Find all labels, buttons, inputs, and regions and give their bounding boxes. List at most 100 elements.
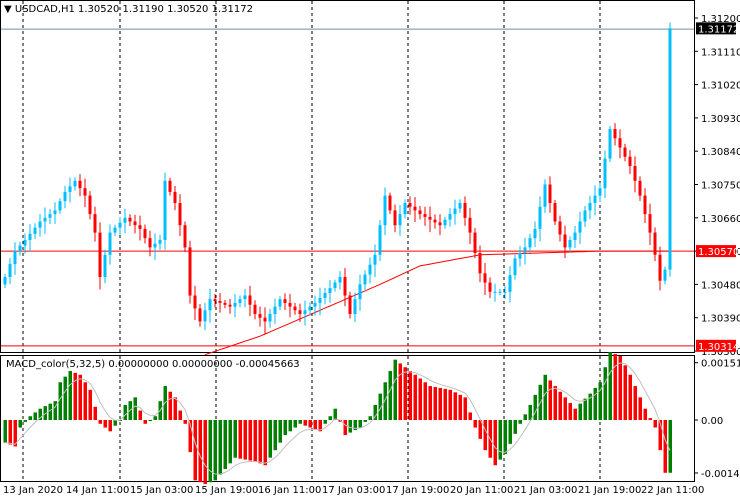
trading-chart-window: 1.31200 1.31110 1.31020 1.30930 1.30840 1.307… [0, 0, 740, 500]
macd-histogram-bar [528, 404, 532, 420]
macd-histogram-bar [98, 420, 102, 424]
candle-body [23, 240, 27, 246]
candle-body [648, 214, 652, 233]
time-axis-label: 15 Jan 03:00 [130, 485, 193, 496]
candle-body [48, 214, 52, 218]
candle-body [18, 245, 22, 252]
candle-body [38, 221, 42, 228]
candle-body [228, 304, 232, 307]
time-axis-label: 16 Jan 11:00 [258, 485, 321, 496]
macd-histogram-bar [653, 420, 657, 428]
candle-body [578, 221, 582, 233]
macd-histogram-bar [323, 420, 327, 424]
candle-body [418, 210, 422, 215]
macd-histogram-bar [363, 420, 367, 422]
macd-histogram-bar [178, 410, 182, 420]
macd-histogram-bar [483, 420, 487, 451]
candle-body [353, 299, 357, 314]
macd-histogram-bar [313, 420, 317, 430]
price-axis-label: 1.30660 [701, 214, 740, 225]
macd-histogram-bar [368, 416, 372, 420]
macd-histogram-bar [108, 420, 112, 432]
candle-body [548, 184, 552, 203]
candle-body [623, 147, 627, 157]
candle-body [533, 228, 537, 239]
macd-histogram-bar [558, 391, 562, 420]
candle-body [513, 258, 517, 276]
macd-histogram-bar [618, 355, 622, 420]
candle-body [383, 195, 387, 226]
candle-body [198, 308, 202, 322]
candle-body [333, 282, 337, 289]
candle-body [423, 214, 427, 217]
price-axis-label: 1.30930 [701, 114, 740, 125]
macd-histogram-bar [168, 391, 172, 420]
macd-histogram-bar [498, 420, 502, 460]
macd-histogram-bar [443, 388, 447, 420]
macd-histogram-bar [623, 365, 627, 420]
macd-histogram-bar [358, 420, 362, 428]
candle-body [658, 254, 662, 281]
macd-histogram-bar [233, 420, 237, 458]
macd-axis-label: -0.001405 [701, 469, 740, 480]
candle-body [233, 302, 237, 307]
macd-histogram-bar [543, 374, 547, 420]
candle-body [223, 302, 227, 305]
chart-canvas[interactable]: 1.312001.311101.310201.309301.308401.307… [0, 0, 740, 500]
macd-histogram-bar [668, 420, 672, 473]
macd-histogram-bar [243, 420, 247, 460]
candle-body [553, 203, 557, 222]
candle-body [298, 310, 302, 314]
macd-histogram-bar [388, 370, 392, 420]
macd-histogram-bar [113, 420, 117, 426]
candle-body [408, 203, 412, 207]
candle-body [668, 28, 672, 270]
macd-histogram-bar [663, 420, 667, 473]
macd-histogram-bar [193, 420, 197, 481]
candle-body [268, 314, 272, 322]
candle-body [458, 203, 462, 209]
candle-body [153, 243, 157, 248]
macd-histogram-bar [148, 420, 152, 421]
candle-body [63, 191, 67, 202]
time-axis-label: 14 Jan 11:00 [66, 485, 129, 496]
candle-body [238, 299, 242, 303]
candle-body [8, 264, 12, 277]
macd-histogram-bar [228, 420, 232, 464]
candle-body [278, 299, 282, 307]
macd-histogram-bar [533, 394, 537, 420]
macd-histogram-bar [643, 408, 647, 420]
time-axis-label: 21 Jan 03:00 [514, 485, 577, 496]
macd-histogram-bar [563, 397, 567, 420]
candle-body [193, 295, 197, 309]
candle-body [248, 295, 252, 305]
candle-body [573, 232, 577, 240]
macd-histogram-bar [33, 412, 37, 420]
macd-histogram-bar [463, 397, 467, 420]
macd-histogram-bar [633, 386, 637, 420]
candle-body [123, 217, 127, 223]
macd-histogram-bar [258, 420, 262, 464]
macd-histogram-bar [303, 420, 307, 426]
candle-body [588, 203, 592, 211]
macd-histogram-bar [23, 420, 27, 422]
macd-histogram-bar [3, 420, 7, 443]
macd-histogram-bar [568, 403, 572, 420]
candle-body [218, 301, 222, 303]
macd-histogram-bar [223, 420, 227, 470]
candle-body [448, 214, 452, 220]
candle-body [388, 195, 392, 211]
candle-body [163, 180, 167, 240]
macd-histogram-bar [413, 374, 417, 420]
macd-histogram-bar [143, 420, 147, 424]
macd-histogram-bar [408, 370, 412, 420]
candle-body [88, 195, 92, 215]
candle-body [393, 210, 397, 226]
macd-histogram-bar [508, 420, 512, 444]
macd-histogram-bar [608, 352, 612, 420]
candle-body [143, 228, 147, 239]
candle-body [453, 208, 457, 215]
price-axis-label: 1.30480 [701, 280, 740, 291]
macd-histogram-bar [138, 410, 142, 420]
time-axis-label: 17 Jan 19:00 [386, 485, 449, 496]
